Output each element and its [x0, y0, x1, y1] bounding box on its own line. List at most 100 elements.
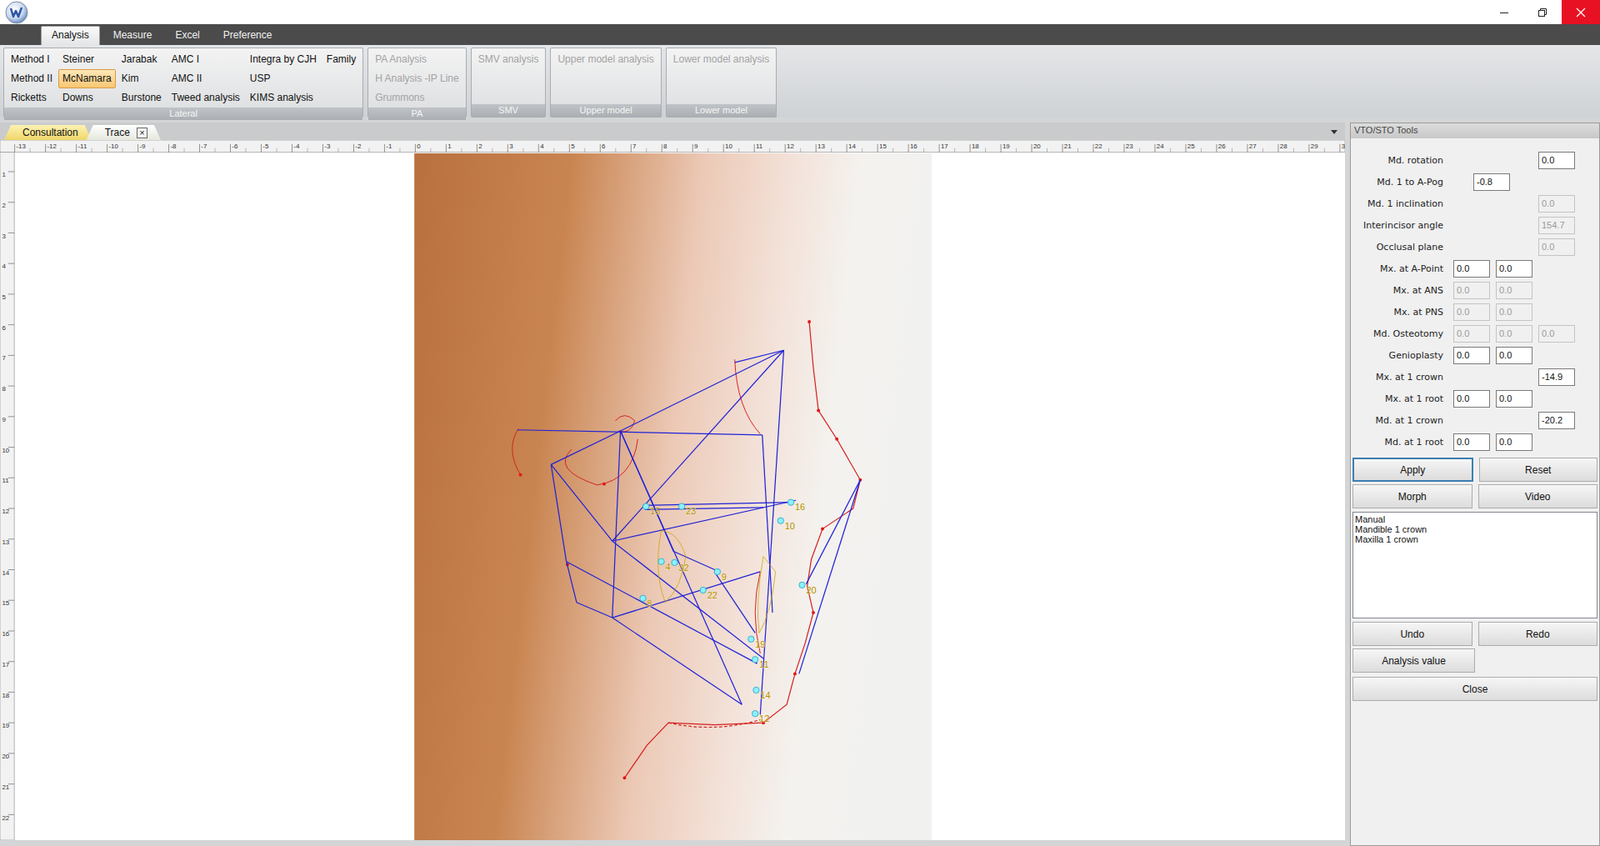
landmark-point[interactable] — [753, 686, 760, 693]
value-field[interactable] — [1495, 346, 1533, 365]
close-window-button[interactable] — [1561, 0, 1600, 25]
landmark-point[interactable] — [752, 656, 759, 663]
minimize-button[interactable] — [1485, 0, 1524, 25]
value-field — [1495, 281, 1533, 300]
app-logo-icon — [4, 0, 30, 25]
analysis-button[interactable]: Family — [322, 50, 360, 70]
value-field[interactable] — [1453, 433, 1490, 451]
restore-button[interactable] — [1523, 0, 1562, 25]
operation-log[interactable]: ManualMandible 1 crownMaxilla 1 crown — [1352, 511, 1598, 619]
analysis-button[interactable]: Method I — [6, 50, 57, 70]
dropdown-arrow-icon[interactable] — [1330, 128, 1339, 135]
ribbon-tab[interactable]: Excel — [165, 26, 210, 45]
trace-line — [612, 500, 796, 541]
trace-line — [714, 571, 755, 633]
tool-button[interactable]: Undo — [1352, 621, 1473, 646]
svg-text:5: 5 — [1, 293, 6, 301]
analysis-button[interactable]: Burstone — [117, 88, 166, 108]
analysis-button[interactable]: USP — [245, 69, 321, 89]
svg-text:2: 2 — [1, 201, 6, 210]
parameter-row: Md. at 1 root — [1350, 430, 1600, 453]
landmark-point[interactable] — [799, 581, 805, 588]
landmark-point[interactable] — [640, 595, 646, 601]
ribbon-tab[interactable]: Preference — [213, 26, 283, 45]
analysis-button[interactable]: AMC I — [167, 50, 245, 70]
svg-text:12: 12 — [1, 507, 10, 515]
value-field[interactable] — [1495, 433, 1533, 451]
close-tab-button[interactable]: × — [136, 127, 148, 139]
tool-button[interactable]: Video — [1478, 484, 1599, 509]
svg-text:10: 10 — [725, 142, 733, 150]
svg-text:18: 18 — [971, 142, 980, 150]
value-field[interactable] — [1538, 151, 1575, 170]
analysis-button: H Analysis -IP Line — [370, 69, 464, 89]
analysis-button[interactable]: Method II — [6, 69, 57, 89]
landmark-point[interactable] — [787, 499, 794, 505]
analysis-button[interactable]: Kim — [117, 69, 166, 89]
landmark-point[interactable] — [752, 710, 759, 716]
svg-text:15: 15 — [1, 599, 10, 607]
landmark-point[interactable] — [748, 635, 755, 642]
value-field[interactable] — [1453, 346, 1490, 365]
value-field — [1453, 281, 1490, 300]
group-label: SMV — [471, 104, 546, 117]
analysis-button[interactable]: Integra by CJH — [245, 50, 321, 70]
parameter-row: Mx. at 1 root — [1350, 387, 1600, 410]
svg-text:-12: -12 — [46, 142, 57, 150]
analysis-button[interactable]: KIMS analysis — [245, 88, 321, 108]
ribbon-tab[interactable]: Measure — [103, 26, 163, 45]
value-field[interactable] — [1473, 173, 1510, 191]
landmark-point[interactable] — [642, 503, 649, 510]
document-tab[interactable]: Consultation — [4, 125, 92, 140]
analysis-button: Upper model analysis — [553, 50, 658, 70]
trace-line — [612, 540, 764, 659]
value-field[interactable] — [1453, 260, 1490, 278]
analysis-button[interactable]: Ricketts — [6, 88, 57, 108]
trace-line — [612, 350, 785, 541]
parameter-row: Mx. at A-Point — [1350, 257, 1600, 280]
trace-line — [735, 350, 785, 363]
tool-button[interactable]: Reset — [1479, 457, 1599, 482]
ribbon-tab[interactable]: Analysis — [40, 25, 100, 45]
svg-text:10: 10 — [1, 446, 10, 455]
landmark-label: 22 — [707, 590, 718, 600]
value-field[interactable] — [1538, 368, 1575, 386]
tool-button[interactable]: Analysis value — [1352, 648, 1475, 673]
analysis-button[interactable]: Jarabak — [117, 50, 166, 70]
landmark-point[interactable] — [658, 558, 665, 565]
document-tab[interactable]: Trace× — [86, 125, 161, 140]
svg-text:13: 13 — [817, 142, 825, 150]
svg-text:6: 6 — [601, 142, 606, 150]
close-button[interactable]: Close — [1352, 676, 1598, 701]
analysis-button[interactable]: Downs — [58, 88, 116, 108]
value-field[interactable] — [1495, 390, 1533, 408]
svg-text:7: 7 — [632, 142, 637, 150]
landmark-point[interactable] — [678, 503, 685, 510]
landmark-label: 23 — [685, 505, 696, 516]
landmark-label: 16 — [795, 501, 805, 512]
value-field[interactable] — [1538, 411, 1575, 430]
ribbon-group: Method IMethod IIRickettsSteinerMcNamara… — [3, 47, 364, 118]
trace-canvas[interactable]: -13-12-11-10-9-8-7-6-5-4-3-2-10123456789… — [0, 140, 1345, 840]
value-field — [1495, 303, 1533, 321]
analysis-button[interactable]: Steiner — [58, 50, 116, 70]
tool-button[interactable]: Apply — [1352, 457, 1474, 482]
tool-button[interactable]: Redo — [1478, 621, 1599, 646]
tool-button[interactable]: Morph — [1352, 484, 1473, 509]
landmark-point[interactable] — [714, 568, 720, 575]
analysis-button[interactable]: Tweed analysis — [167, 88, 245, 108]
value-field[interactable] — [1495, 260, 1533, 278]
analysis-button[interactable]: McNamara — [58, 69, 116, 89]
landmark-point[interactable] — [671, 559, 678, 565]
landmark-point[interactable] — [777, 517, 784, 524]
landmark-point[interactable] — [700, 586, 706, 593]
vto-sto-panel: VTO/STO ToolsMd. rotationMd. 1 to A-PogM… — [1350, 122, 1600, 846]
parameter-row: Md. 1 inclination — [1350, 192, 1600, 215]
value-field[interactable] — [1453, 390, 1490, 408]
trace-line — [799, 480, 860, 675]
analysis-button[interactable]: AMC II — [167, 69, 245, 89]
svg-text:-4: -4 — [293, 142, 300, 150]
trace-line — [517, 430, 763, 435]
svg-text:18: 18 — [1, 691, 10, 700]
trace-line — [673, 550, 720, 571]
